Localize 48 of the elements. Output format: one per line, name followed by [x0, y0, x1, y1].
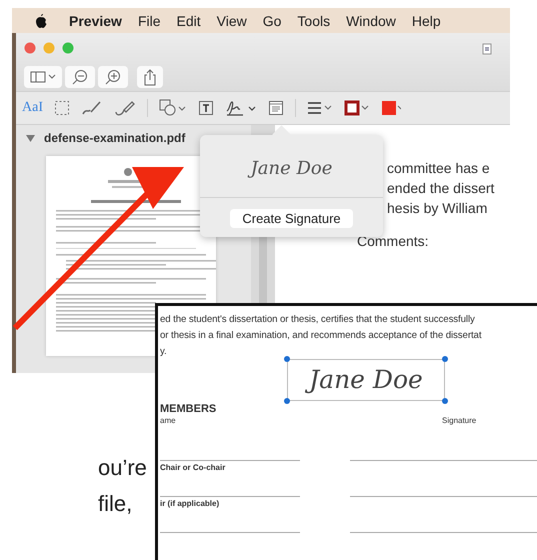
zoom-out-icon: [71, 68, 89, 86]
document-text: y.: [160, 345, 168, 359]
document-text: or thesis in a final examination, and recommends acceptance of the dissertat: [160, 329, 482, 343]
caption-text: ou’re: [98, 454, 147, 482]
menu-item[interactable]: Window: [346, 12, 396, 28]
document-icon: [482, 43, 492, 55]
menu-item[interactable]: Tools: [297, 12, 330, 28]
signature-annotation[interactable]: Jane Doe: [287, 359, 445, 401]
window-controls-icon[interactable]: [24, 42, 74, 54]
shapes-icon[interactable]: [159, 99, 187, 117]
pen-icon[interactable]: [114, 100, 136, 116]
note-icon[interactable]: [268, 100, 284, 116]
menu-item[interactable]: Go: [262, 12, 282, 28]
share-icon: [143, 68, 157, 86]
menu-item[interactable]: Help: [412, 12, 441, 28]
signature-option[interactable]: Jane Doe: [200, 155, 383, 183]
document-text: committee has e: [387, 159, 491, 178]
menu-item[interactable]: Edit: [176, 12, 201, 28]
caption-text: file,: [98, 490, 134, 518]
sidebar-toggle-button[interactable]: [24, 66, 62, 88]
menu-item[interactable]: Preview: [69, 12, 122, 28]
apple-logo-icon[interactable]: [34, 13, 47, 28]
share-button[interactable]: [137, 66, 163, 88]
zoom-in-button[interactable]: [98, 66, 128, 88]
section-heading: MEMBERS: [160, 403, 218, 415]
create-signature-button[interactable]: Create Signature: [230, 209, 353, 228]
document-text: ed the student's dissertation or thesis, certifies that the student successfully: [160, 313, 476, 327]
zoom-out-button[interactable]: [65, 66, 95, 88]
menu-item[interactable]: File: [138, 12, 160, 28]
pen-icon[interactable]: [81, 100, 103, 116]
row-label: ir (if applicable): [160, 499, 220, 508]
document-text: hesis by William: [387, 199, 488, 218]
sidebar-icon: [30, 71, 56, 83]
fill-color-icon[interactable]: [381, 100, 401, 116]
disclosure-triangle-icon[interactable]: [26, 134, 35, 142]
selection-icon[interactable]: [54, 100, 70, 116]
zoom-in-icon: [104, 68, 122, 86]
border-color-icon[interactable]: [344, 100, 370, 116]
document-text: ended the dissert: [387, 179, 496, 198]
column-label: ame: [160, 416, 177, 425]
row-label: Chair or Co-chair: [160, 463, 226, 472]
comments-label: Comments:: [357, 233, 430, 249]
menu-item[interactable]: View: [216, 12, 247, 28]
file-name[interactable]: defense-examination.pdf: [44, 131, 186, 145]
signature-icon[interactable]: [225, 99, 257, 117]
column-label: Signature: [442, 416, 476, 425]
text-box-icon[interactable]: [198, 100, 214, 116]
line-style-icon[interactable]: [307, 101, 333, 115]
